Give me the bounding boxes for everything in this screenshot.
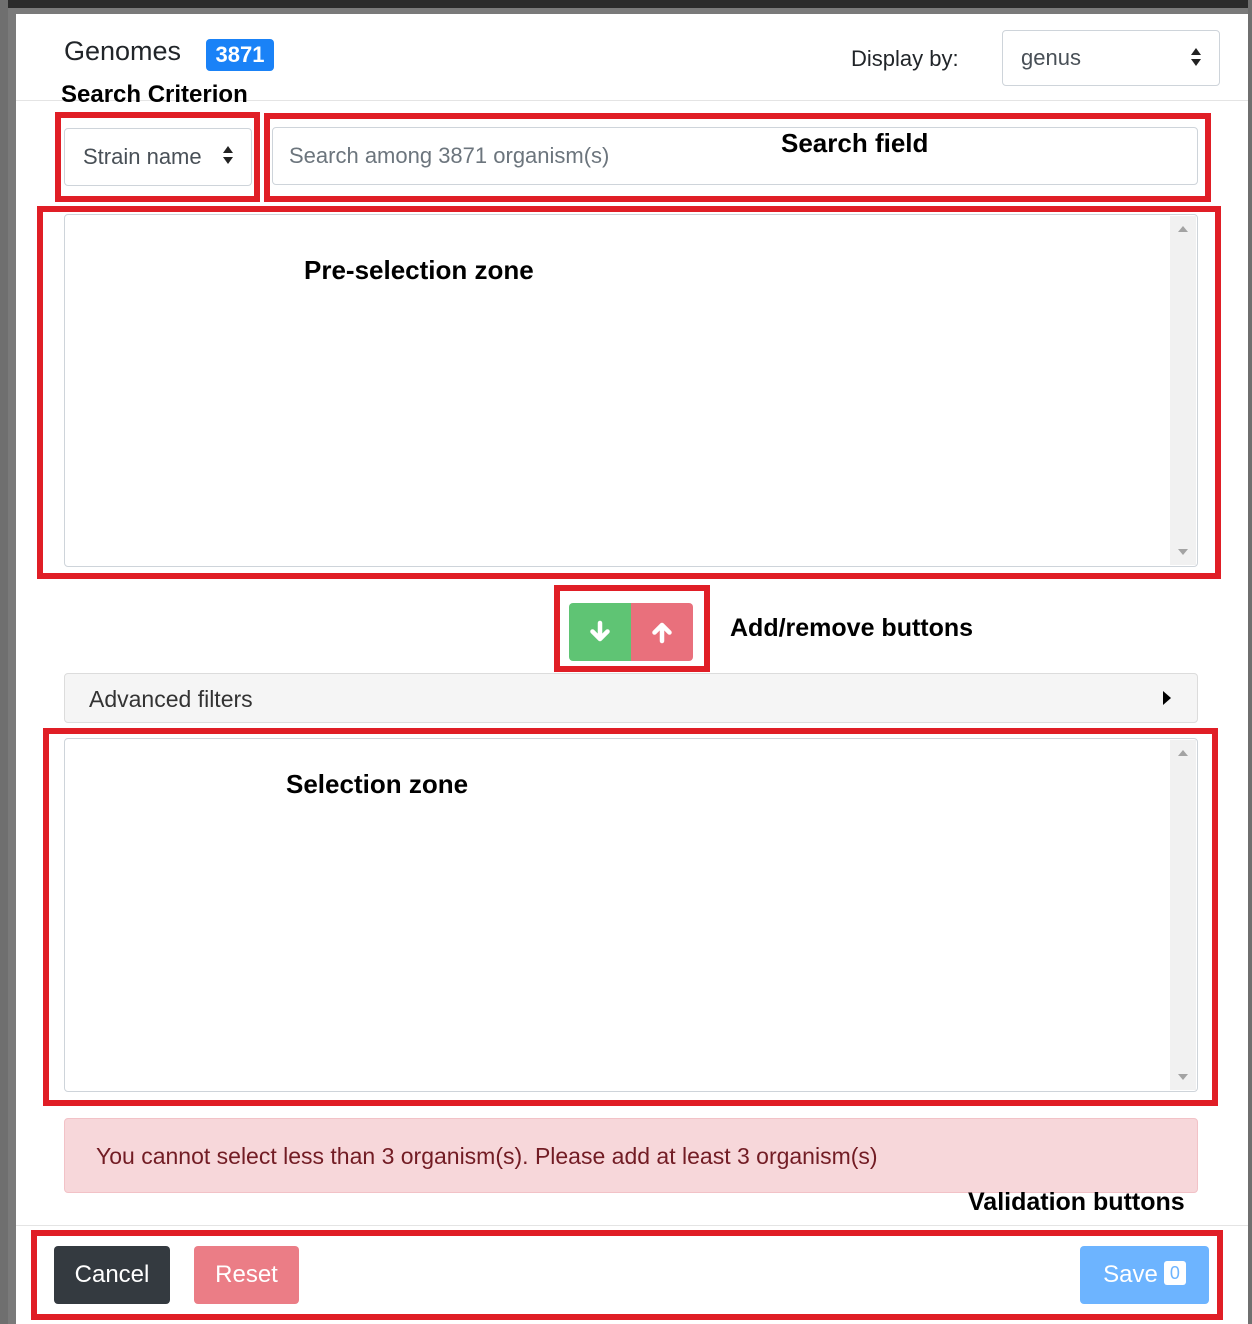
display-by-label: Display by: — [851, 46, 959, 71]
display-by-value: genus — [1021, 45, 1081, 70]
sort-updown-icon — [1191, 48, 1201, 68]
backdrop-right — [1248, 0, 1252, 1324]
backdrop-top — [0, 0, 1252, 8]
save-count-badge: 0 — [1163, 1261, 1186, 1285]
scroll-up-icon[interactable] — [1178, 226, 1188, 232]
alert-message: You cannot select less than 3 organism(s… — [96, 1143, 878, 1169]
validation-alert: You cannot select less than 3 organism(s… — [64, 1118, 1198, 1193]
backdrop-left — [0, 0, 8, 1324]
scroll-down-icon[interactable] — [1178, 549, 1188, 555]
arrow-down-icon — [590, 620, 610, 642]
reset-button[interactable]: Reset — [194, 1246, 299, 1304]
annotation-add-remove-buttons: Add/remove buttons — [730, 614, 974, 642]
modal-title: Genomes — [64, 36, 182, 66]
selection-scrollbar[interactable] — [1170, 740, 1196, 1090]
save-button[interactable]: Save 0 — [1080, 1246, 1209, 1304]
sort-updown-icon — [223, 146, 233, 166]
search-criterion-select[interactable]: Strain name — [64, 128, 252, 186]
annotation-search-field: Search field — [781, 128, 929, 158]
selection-list[interactable] — [64, 738, 1198, 1092]
annotation-selection-zone: Selection zone — [286, 769, 469, 799]
caret-right-icon — [1163, 691, 1171, 705]
genome-count-badge: 3871 — [206, 39, 274, 71]
annotation-pre-selection-zone: Pre-selection zone — [304, 255, 534, 285]
display-by-select[interactable]: genus — [1002, 30, 1220, 86]
pre-selection-scrollbar[interactable] — [1170, 216, 1196, 565]
footer-divider — [16, 1225, 1248, 1226]
advanced-filters-toggle[interactable]: Advanced filters — [64, 673, 1198, 723]
add-button[interactable] — [569, 603, 631, 661]
scroll-up-icon[interactable] — [1178, 750, 1188, 756]
annotation-validation-buttons: Validation buttons — [968, 1188, 1185, 1216]
arrow-up-icon — [652, 622, 672, 644]
remove-button[interactable] — [631, 603, 693, 661]
advanced-filters-label: Advanced filters — [89, 686, 253, 712]
save-button-label: Save — [1103, 1261, 1158, 1288]
scroll-down-icon[interactable] — [1178, 1074, 1188, 1080]
search-input[interactable] — [272, 127, 1198, 185]
search-criterion-label: Search Criterion — [61, 81, 248, 108]
search-criterion-value: Strain name — [83, 144, 202, 169]
cancel-button[interactable]: Cancel — [54, 1246, 170, 1304]
pre-selection-list[interactable] — [64, 214, 1198, 567]
